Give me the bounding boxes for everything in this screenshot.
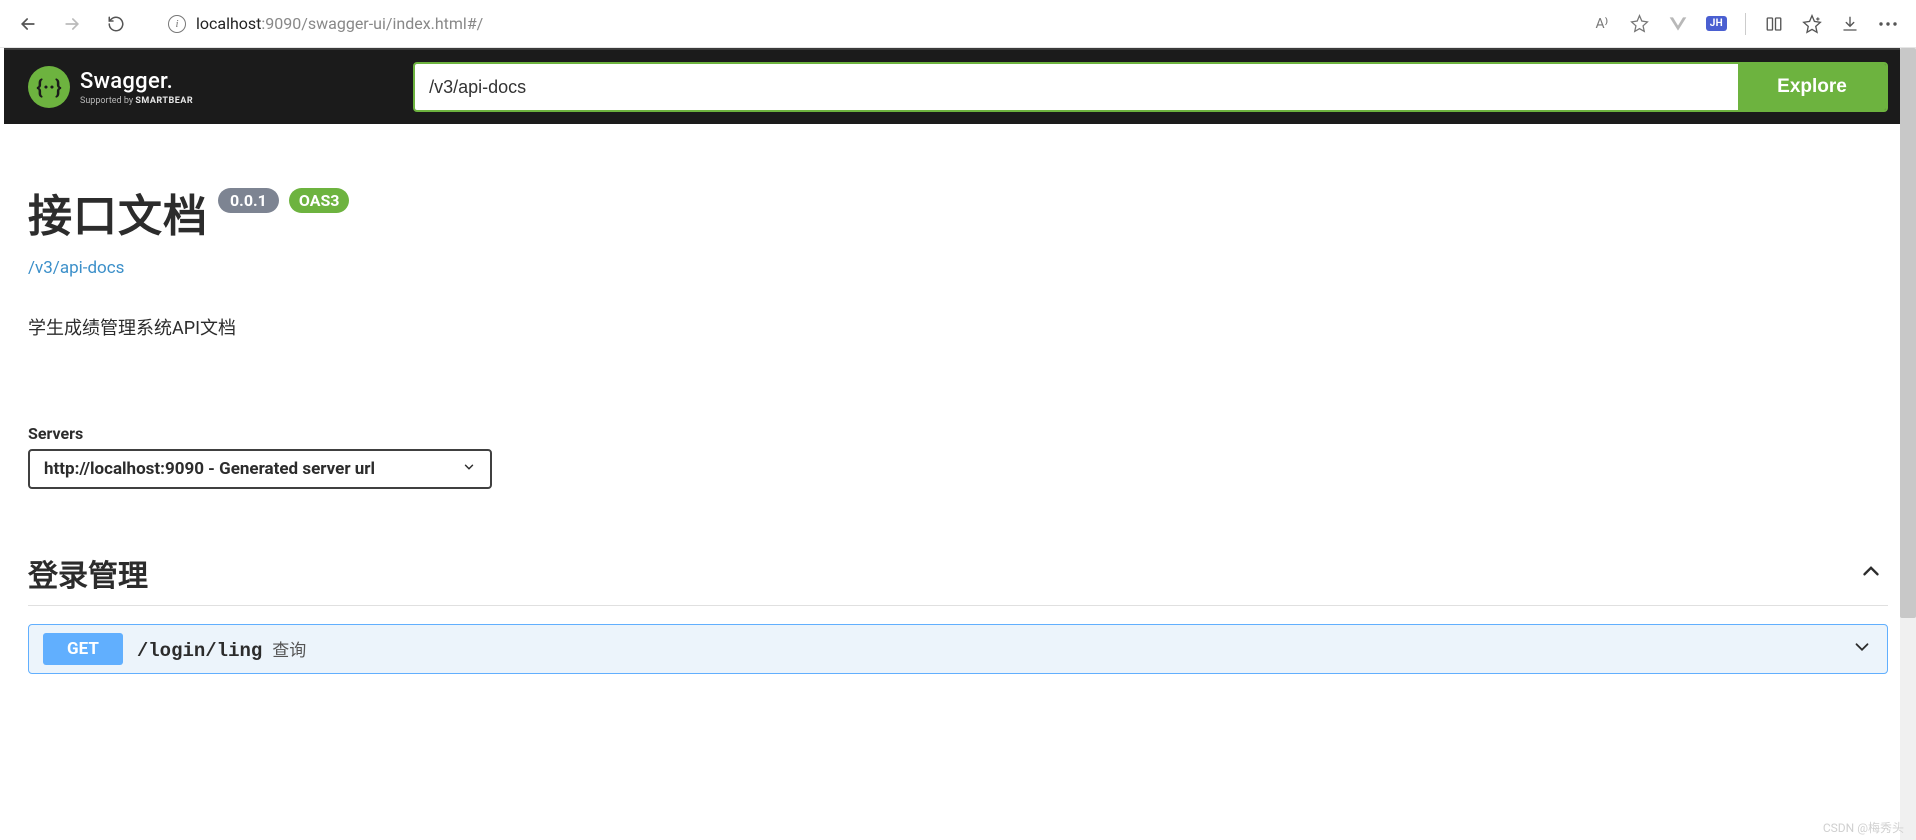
watermark-text: CSDN @梅秀头: [1823, 819, 1904, 836]
favorite-star-icon[interactable]: [1630, 14, 1650, 34]
tag-section[interactable]: 登录管理: [28, 551, 1888, 606]
api-description: 学生成绩管理系统API文档: [28, 314, 1888, 340]
spec-url-form: Explore: [413, 62, 1888, 112]
more-menu-icon[interactable]: [1878, 14, 1898, 34]
site-info-icon[interactable]: i: [168, 15, 186, 33]
jh-extension-badge[interactable]: JH: [1706, 16, 1727, 31]
browser-toolbar: i localhost:9090/swagger-ui/index.html#/…: [0, 0, 1916, 48]
api-title: 接口文档: [28, 180, 208, 244]
servers-label: Servers: [28, 424, 1888, 443]
url-bar[interactable]: i localhost:9090/swagger-ui/index.html#/: [156, 7, 1576, 41]
refresh-button[interactable]: [98, 6, 134, 42]
back-button[interactable]: [10, 6, 46, 42]
server-select[interactable]: http://localhost:9090 - Generated server…: [28, 449, 492, 489]
operation-path-summary: /login/ling 查询: [137, 636, 306, 662]
chevron-up-icon: [1858, 558, 1884, 588]
chevron-down-icon: [1851, 636, 1873, 662]
servers-block: Servers http://localhost:9090 - Generate…: [28, 424, 1888, 489]
oas-badge: OAS3: [289, 188, 350, 213]
server-selected-value: http://localhost:9090 - Generated server…: [44, 459, 375, 479]
title-row: 接口文档 0.0.1 OAS3: [28, 180, 1888, 244]
downloads-icon[interactable]: [1840, 14, 1860, 34]
vue-extension-icon[interactable]: [1668, 14, 1688, 34]
split-screen-icon[interactable]: [1764, 14, 1784, 34]
tag-name: 登录管理: [28, 551, 148, 595]
toolbar-right: A⁾ JH: [1592, 13, 1906, 35]
operation-summary: GET /login/ling 查询: [43, 633, 306, 665]
version-badge: 0.0.1: [218, 188, 279, 213]
scrollbar-thumb[interactable]: [1900, 48, 1916, 618]
url-text: localhost:9090/swagger-ui/index.html#/: [196, 14, 483, 33]
api-docs-link[interactable]: /v3/api-docs: [28, 258, 124, 278]
spec-url-input[interactable]: [415, 64, 1738, 110]
info-block: 接口文档 0.0.1 OAS3 /v3/api-docs 学生成绩管理系统API…: [28, 124, 1888, 340]
forward-button[interactable]: [54, 6, 90, 42]
favorites-icon[interactable]: [1802, 14, 1822, 34]
swagger-logo-icon: {··}: [28, 66, 70, 108]
operation-block[interactable]: GET /login/ling 查询: [28, 624, 1888, 674]
swagger-logo[interactable]: {··} Swagger. Supported by SMARTBEAR: [28, 66, 193, 108]
swagger-content: 接口文档 0.0.1 OAS3 /v3/api-docs 学生成绩管理系统API…: [4, 124, 1912, 674]
scrollbar-track[interactable]: [1900, 48, 1916, 840]
chevron-down-icon: [462, 459, 476, 479]
explore-button[interactable]: Explore: [1738, 64, 1886, 110]
swagger-topbar: {··} Swagger. Supported by SMARTBEAR Exp…: [4, 48, 1912, 124]
http-method-badge: GET: [43, 633, 123, 665]
swagger-logo-text: Swagger. Supported by SMARTBEAR: [80, 69, 193, 106]
toolbar-divider: [1745, 13, 1746, 35]
read-aloud-icon[interactable]: A⁾: [1592, 14, 1612, 34]
